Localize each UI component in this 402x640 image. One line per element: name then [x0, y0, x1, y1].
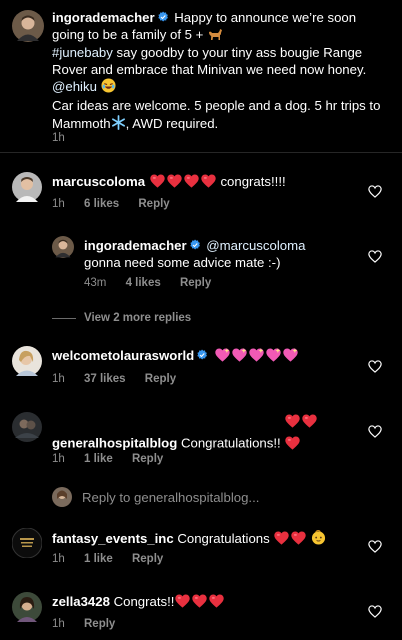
- comment-likes[interactable]: 37 likes: [84, 373, 126, 385]
- reply-button[interactable]: Reply: [180, 277, 211, 289]
- view-more-label: View 2 more replies: [84, 312, 192, 324]
- avatar[interactable]: [12, 412, 42, 442]
- comment-time: 1h: [52, 553, 65, 565]
- baby-face-emoji-icon: [311, 529, 326, 550]
- caption-timestamp: 1h: [52, 132, 65, 144]
- comment-body: congrats!!!!: [220, 174, 286, 189]
- like-heart-icon[interactable]: [368, 360, 382, 373]
- like-heart-icon[interactable]: [368, 185, 382, 198]
- hashtag-link[interactable]: #junebaby: [52, 45, 113, 60]
- avatar[interactable]: [12, 172, 42, 202]
- comment-meta: 1h 1 like Reply: [52, 553, 179, 565]
- reply-button[interactable]: Reply: [145, 373, 176, 385]
- view-more-replies[interactable]: View 2 more replies: [52, 312, 191, 324]
- comment-text: fantasy_events_inc Congratulations: [52, 529, 352, 550]
- comment-body: gonna need some advice mate :-): [84, 254, 281, 270]
- like-heart-icon[interactable]: [368, 540, 382, 553]
- comment-likes[interactable]: 1 like: [84, 453, 113, 465]
- comment-username[interactable]: marcuscoloma: [52, 174, 145, 189]
- caption-line4: , AWD required.: [125, 115, 219, 131]
- avatar: [52, 487, 72, 507]
- comment-time: 1h: [52, 373, 65, 385]
- comment-meta: 43m 4 likes Reply: [84, 277, 227, 289]
- verified-badge-icon: [196, 349, 208, 361]
- comment-body: Congrats!!: [113, 594, 175, 609]
- comment-body: Congratulations: [177, 531, 270, 546]
- comment-meta: 1h 6 likes Reply: [52, 198, 186, 210]
- reply-button[interactable]: Reply: [132, 453, 163, 465]
- snowflake-emoji-icon: [111, 114, 126, 135]
- comment-username[interactable]: zella3428: [52, 594, 110, 609]
- dog-emoji-icon: [207, 27, 223, 46]
- comment-username[interactable]: welcometolaurasworld: [52, 348, 194, 363]
- mention-link[interactable]: @marcuscoloma: [206, 238, 305, 253]
- verified-badge-icon: [157, 11, 169, 23]
- laughing-emoji-icon: [101, 78, 116, 98]
- red-heart-emoji-icon: [284, 414, 318, 454]
- like-heart-icon[interactable]: [368, 425, 382, 438]
- comment-text: generalhospitalblog Congratulations!!: [52, 414, 352, 454]
- comment-likes[interactable]: 1 like: [84, 553, 113, 565]
- comment-likes[interactable]: 4 likes: [126, 277, 161, 289]
- caption-username[interactable]: ingorademacher: [52, 10, 155, 25]
- comment-meta: 1h 37 likes Reply: [52, 373, 192, 385]
- red-heart-emoji-icon: [273, 531, 307, 550]
- reply-button[interactable]: Reply: [132, 553, 163, 565]
- comment-text: ingorademacher @marcuscoloma gonna need …: [84, 238, 344, 271]
- comment-username[interactable]: fantasy_events_inc: [52, 531, 174, 546]
- reply-button[interactable]: Reply: [84, 618, 115, 630]
- comment-time: 1h: [52, 618, 65, 630]
- like-heart-icon[interactable]: [368, 250, 382, 263]
- reply-placeholder: Reply to generalhospitalblog...: [82, 489, 260, 505]
- comment-username[interactable]: ingorademacher: [84, 238, 187, 253]
- sparkling-heart-emoji-icon: [214, 348, 299, 367]
- verified-badge-icon: [189, 239, 201, 251]
- comment-username[interactable]: generalhospitalblog: [52, 436, 177, 451]
- reply-input[interactable]: Reply to generalhospitalblog...: [52, 487, 259, 507]
- comment-likes[interactable]: 6 likes: [84, 198, 119, 210]
- mention-link[interactable]: @ehiku: [52, 79, 97, 94]
- comment-text: zella3428 Congrats!!: [52, 594, 352, 613]
- reply-button[interactable]: Reply: [138, 198, 169, 210]
- comment-time: 43m: [84, 277, 107, 289]
- like-heart-icon[interactable]: [368, 605, 382, 618]
- comment-text: marcuscoloma congrats!!!!: [52, 174, 352, 193]
- comment-meta: 1h 1 like Reply: [52, 453, 179, 465]
- comment-body: Congratulations!!: [180, 435, 281, 451]
- divider: [52, 317, 76, 319]
- red-heart-emoji-icon: [174, 594, 225, 613]
- avatar[interactable]: [12, 10, 44, 42]
- divider: [0, 152, 402, 153]
- avatar[interactable]: [12, 592, 42, 622]
- avatar[interactable]: [52, 236, 74, 258]
- red-heart-emoji-icon: [149, 174, 217, 193]
- comment-text: welcometolaurasworld: [52, 348, 352, 367]
- comment-meta: 1h Reply: [52, 618, 131, 630]
- comment-time: 1h: [52, 198, 65, 210]
- caption-text: ingorademacher Happy to announce we’re s…: [52, 10, 392, 134]
- avatar[interactable]: [12, 528, 42, 558]
- comment-time: 1h: [52, 453, 65, 465]
- avatar[interactable]: [12, 346, 42, 376]
